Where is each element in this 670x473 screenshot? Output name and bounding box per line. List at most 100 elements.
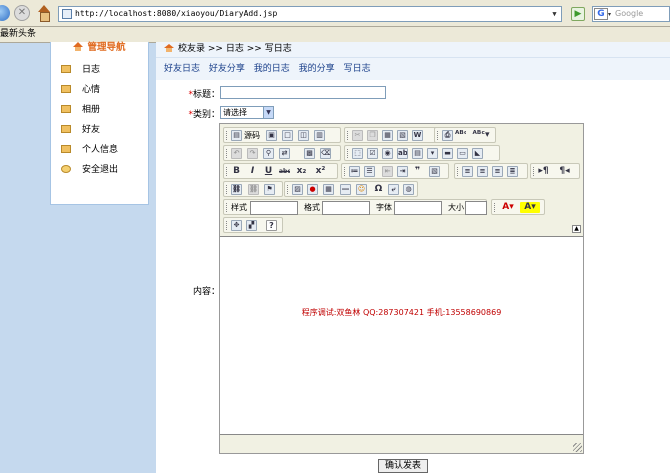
horizontal-rule-icon[interactable]: ― <box>340 184 351 195</box>
category-select[interactable]: 请选择 ▼ <box>220 106 274 119</box>
save-icon[interactable]: ▣ <box>266 130 277 141</box>
bg-color-icon[interactable]: A▾ <box>520 202 540 213</box>
checkbox-icon[interactable]: ☑ <box>367 148 378 159</box>
home-icon[interactable] <box>36 5 52 22</box>
address-bar[interactable]: http://localhost:8080/xiaoyou/DiaryAdd.j… <box>58 6 562 22</box>
redo-icon[interactable]: ↷ <box>247 148 258 159</box>
outdent-icon[interactable]: ⇤ <box>382 166 393 177</box>
image-button-icon[interactable]: ▭ <box>457 148 468 159</box>
search-dropdown-icon[interactable]: ▾ <box>608 8 611 22</box>
align-center-icon[interactable]: ≡ <box>477 166 488 177</box>
format-select[interactable] <box>322 201 370 215</box>
show-blocks-icon[interactable]: ▞ <box>246 220 257 231</box>
cut-icon[interactable]: ✂ <box>352 130 363 141</box>
stop-icon[interactable]: ✕ <box>14 5 30 21</box>
strike-icon[interactable]: abc <box>279 166 290 177</box>
sidebar-item-profile[interactable]: 个人信息 <box>51 140 148 160</box>
sidebar-item-friends[interactable]: 好友 <box>51 120 148 140</box>
back-icon[interactable] <box>0 5 10 21</box>
paste-word-icon[interactable]: W <box>412 130 423 141</box>
bullet-list-icon[interactable]: ☰ <box>364 166 375 177</box>
subnav-my-diary[interactable]: 我的日志 <box>254 64 290 74</box>
submit-button[interactable]: 确认发表 <box>378 459 428 473</box>
search-input[interactable]: G ▾ Google <box>592 6 670 22</box>
sub-navigation: 好友日志 好友分享 我的日志 我的分享 写日志 <box>156 58 670 80</box>
resize-grip-icon[interactable] <box>573 443 582 452</box>
dropdown-arrow-icon[interactable]: ▼ <box>549 8 560 20</box>
copy-icon[interactable]: ❐ <box>367 130 378 141</box>
category-row: *类别： 请选择 ▼ <box>156 106 670 120</box>
paste-text-icon[interactable]: ▧ <box>397 130 408 141</box>
hidden-field-icon[interactable]: ◣ <box>472 148 483 159</box>
iframe-icon[interactable]: ◍ <box>403 184 414 195</box>
source-label[interactable]: 源码 <box>244 131 260 141</box>
breadcrumb-item[interactable]: 日志 <box>226 44 244 54</box>
ltr-icon[interactable]: ▸¶ <box>538 166 549 177</box>
blockquote-icon[interactable]: ❞ <box>412 166 423 177</box>
italic-icon[interactable]: I <box>247 166 258 177</box>
font-select[interactable] <box>394 201 442 215</box>
sidebar-item-album[interactable]: 相册 <box>51 100 148 120</box>
radio-icon[interactable]: ◉ <box>382 148 393 159</box>
source-icon[interactable]: ▤ <box>231 130 242 141</box>
image-icon[interactable]: ▨ <box>292 184 303 195</box>
subnav-my-share[interactable]: 我的分享 <box>299 64 335 74</box>
find-icon[interactable]: ⚲ <box>263 148 274 159</box>
chevron-down-icon[interactable]: ▼ <box>263 107 273 118</box>
replace-icon[interactable]: ⇄ <box>279 148 290 159</box>
size-select[interactable] <box>465 201 487 215</box>
new-page-icon[interactable]: □ <box>282 130 293 141</box>
select-field-icon[interactable]: ▾ <box>427 148 438 159</box>
print-icon[interactable]: ⎙ <box>442 130 453 141</box>
select-all-icon[interactable]: ▩ <box>304 148 315 159</box>
special-char-icon[interactable]: Ω <box>373 184 384 195</box>
bookmark-item[interactable]: 最新头条 <box>0 29 36 39</box>
paste-icon[interactable]: ▦ <box>382 130 393 141</box>
preview-icon[interactable]: ◫ <box>298 130 309 141</box>
align-right-icon[interactable]: ≡ <box>492 166 503 177</box>
remove-format-icon[interactable]: ⌫ <box>320 148 331 159</box>
align-justify-icon[interactable]: ≣ <box>507 166 518 177</box>
google-icon[interactable]: G <box>594 8 608 20</box>
textfield-icon[interactable]: ab <box>397 148 408 159</box>
bold-icon[interactable]: B <box>231 166 242 177</box>
smiley-icon[interactable]: ☺ <box>356 184 367 195</box>
go-icon[interactable]: ▶ <box>571 7 585 21</box>
editor-content-area[interactable]: 程序调试:双鱼林 QQ:287307421 手机:13558690869 <box>220 236 583 435</box>
anchor-icon[interactable]: ⚑ <box>264 184 275 195</box>
sidebar-item-logout[interactable]: 安全退出 <box>51 160 148 180</box>
button-field-icon[interactable]: ▬ <box>442 148 453 159</box>
title-input[interactable] <box>220 86 386 99</box>
flash-icon[interactable]: ● <box>307 184 318 195</box>
breadcrumb-item[interactable]: 校友录 <box>178 44 205 54</box>
style-select[interactable] <box>250 201 298 215</box>
div-icon[interactable]: ▧ <box>429 166 440 177</box>
title-label-text: 标题： <box>192 90 220 100</box>
spellcheck-dropdown-icon[interactable]: ᴬᴮᶜ▾ <box>471 130 491 141</box>
about-icon[interactable]: ? <box>266 220 277 231</box>
form-icon[interactable]: ⬚ <box>352 148 363 159</box>
numbered-list-icon[interactable]: ≔ <box>349 166 360 177</box>
subnav-write-diary[interactable]: 写日志 <box>344 64 371 74</box>
text-color-icon[interactable]: A▾ <box>498 202 518 213</box>
subnav-friend-share[interactable]: 好友分享 <box>209 64 245 74</box>
link-icon[interactable]: ⛓ <box>231 184 242 195</box>
sidebar-item-diary[interactable]: 日志 <box>51 60 148 80</box>
sidebar-item-mood[interactable]: 心情 <box>51 80 148 100</box>
indent-icon[interactable]: ⇥ <box>397 166 408 177</box>
textarea-icon[interactable]: ▤ <box>412 148 423 159</box>
subnav-friend-diary[interactable]: 好友日志 <box>164 64 200 74</box>
templates-icon[interactable]: ▥ <box>314 130 325 141</box>
superscript-icon[interactable]: x² <box>315 166 326 177</box>
underline-icon[interactable]: U <box>263 166 274 177</box>
unlink-icon[interactable]: ⛓ <box>248 184 259 195</box>
rtl-icon[interactable]: ¶◂ <box>559 166 570 177</box>
undo-icon[interactable]: ↶ <box>231 148 242 159</box>
subscript-icon[interactable]: x₂ <box>296 166 307 177</box>
spellcheck-icon[interactable]: ᴬᴮᶜ <box>455 130 466 141</box>
align-left-icon[interactable]: ≡ <box>462 166 473 177</box>
maximize-icon[interactable]: ✥ <box>231 220 242 231</box>
toolbar-collapse-icon[interactable]: ▲ <box>572 225 581 233</box>
page-break-icon[interactable]: ⤶ <box>388 184 399 195</box>
table-icon[interactable]: ▦ <box>323 184 334 195</box>
